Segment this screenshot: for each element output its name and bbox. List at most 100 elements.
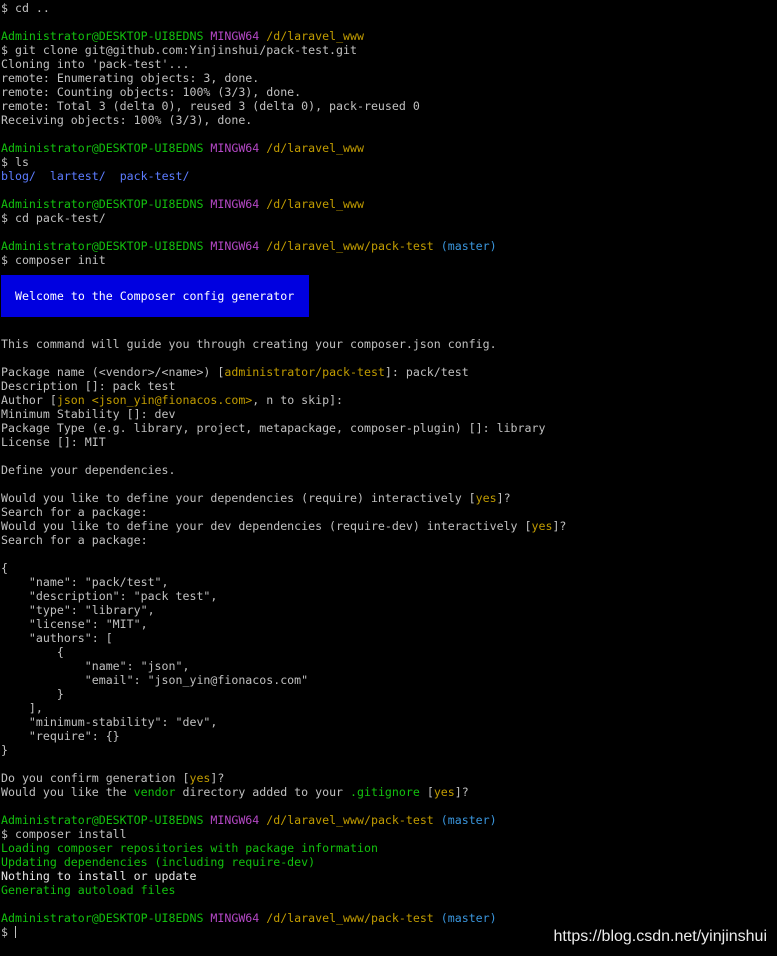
terminal-text-segment: yes: [433, 785, 455, 799]
terminal-text-segment: MINGW64: [210, 911, 260, 925]
terminal-line: "email": "json_yin@fionacos.com": [1, 673, 777, 687]
terminal-line: Would you like to define your dev depend…: [1, 519, 777, 533]
terminal-text-segment: MINGW64: [210, 197, 260, 211]
terminal-text-segment: This command will guide you through crea…: [1, 337, 497, 351]
terminal-line: Administrator@DESKTOP-UI8EDNS MINGW64 /d…: [1, 239, 777, 253]
terminal-line: Package Type (e.g. library, project, met…: [1, 421, 777, 435]
terminal-line: "minimum-stability": "dev",: [1, 715, 777, 729]
terminal-line: Do you confirm generation [yes]?: [1, 771, 777, 785]
terminal-text-segment: Would you like to define your dependenci…: [1, 491, 476, 505]
terminal-line: This command will guide you through crea…: [1, 337, 777, 351]
terminal-text-segment: pack-test/: [119, 169, 190, 183]
terminal-line: Search for a package:: [1, 505, 777, 519]
terminal-text-segment: Loading composer repositories with packa…: [1, 841, 378, 855]
output-before-banner: $ cd .. Administrator@DESKTOP-UI8EDNS MIN…: [1, 1, 777, 267]
terminal-line: remote: Enumerating objects: 3, done.: [1, 71, 777, 85]
terminal-line: Receiving objects: 100% (3/3), done.: [1, 113, 777, 127]
terminal-text-segment: "description": "pack test",: [1, 589, 218, 603]
terminal-text-segment: Package name (<vendor>/<name>) [: [1, 365, 225, 379]
terminal-line: Author [json <json_yin@fionacos.com>, n …: [1, 393, 777, 407]
shell-prompt: $: [1, 925, 8, 939]
terminal-text-segment: {: [1, 561, 8, 575]
terminal-line: Define your dependencies.: [1, 463, 777, 477]
terminal-text-segment: yes: [189, 771, 211, 785]
terminal-text-segment: Package Type (e.g. library, project, met…: [1, 421, 546, 435]
terminal-text-segment: lartest/: [49, 169, 106, 183]
terminal-text-segment: }: [1, 743, 8, 757]
terminal-line: {: [1, 561, 777, 575]
terminal-line: Administrator@DESKTOP-UI8EDNS MINGW64 /d…: [1, 141, 777, 155]
terminal-text-segment: /d/laravel_www: [266, 197, 364, 211]
terminal-line: }: [1, 743, 777, 757]
terminal-line: Generating autoload files: [1, 883, 777, 897]
terminal-line: $ cd ..: [1, 1, 777, 15]
terminal-output: $ cd .. Administrator@DESKTOP-UI8EDNS MIN…: [1, 1, 777, 939]
terminal-text-segment: MINGW64: [210, 239, 260, 253]
terminal-text-segment: $ git clone git@github.com:Yinjinshui/pa…: [1, 43, 357, 57]
terminal-line: $ git clone git@github.com:Yinjinshui/pa…: [1, 43, 777, 57]
terminal-text-segment: /d/laravel_www: [266, 29, 364, 43]
terminal-line: Administrator@DESKTOP-UI8EDNS MINGW64 /d…: [1, 197, 777, 211]
terminal-text-segment: MINGW64: [210, 813, 260, 827]
terminal-line: {: [1, 645, 777, 659]
terminal-text-segment: $ composer install: [1, 827, 127, 841]
terminal-line: "name": "json",: [1, 659, 777, 673]
terminal-text-segment: blog/: [1, 169, 36, 183]
terminal-line: Administrator@DESKTOP-UI8EDNS MINGW64 /d…: [1, 29, 777, 43]
terminal-line: $ ls: [1, 155, 777, 169]
terminal-text-segment: Administrator@DESKTOP-UI8EDNS: [1, 141, 204, 155]
terminal-text-segment: ]: pack/test: [384, 365, 469, 379]
terminal-line: Search for a package:: [1, 533, 777, 547]
terminal-text-segment: {: [1, 645, 64, 659]
terminal-text-segment: remote: Counting objects: 100% (3/3), do…: [1, 85, 302, 99]
terminal-line: "authors": [: [1, 631, 777, 645]
terminal-text-segment: vendor: [133, 785, 176, 799]
terminal-text-segment: yes: [475, 491, 497, 505]
terminal-text-segment: $ cd pack-test/: [1, 211, 106, 225]
terminal-text-segment: Would you like the: [1, 785, 134, 799]
terminal-line: "require": {}: [1, 729, 777, 743]
terminal-window[interactable]: $ cd .. Administrator@DESKTOP-UI8EDNS MIN…: [0, 0, 777, 956]
terminal-text-segment: , n to skip]:: [252, 393, 344, 407]
terminal-text-segment: Define your dependencies.: [1, 463, 176, 477]
terminal-text-segment: administrator/pack-test: [224, 365, 385, 379]
terminal-text-segment: MINGW64: [210, 141, 260, 155]
terminal-line: "name": "pack/test",: [1, 575, 777, 589]
terminal-text-segment: Search for a package:: [1, 505, 148, 519]
terminal-text-segment: ]?: [496, 491, 511, 505]
terminal-line: $ cd pack-test/: [1, 211, 777, 225]
composer-welcome-banner: Welcome to the Composer config generator: [1, 275, 309, 317]
terminal-line: remote: Total 3 (delta 0), reused 3 (del…: [1, 99, 777, 113]
terminal-text-segment: (master): [440, 813, 497, 827]
terminal-line: Updating dependencies (including require…: [1, 855, 777, 869]
terminal-line: "license": "MIT",: [1, 617, 777, 631]
terminal-text-segment: "require": {}: [1, 729, 120, 743]
watermark: https://blog.csdn.net/yinjinshui: [553, 928, 767, 945]
terminal-text-segment: (master): [440, 911, 497, 925]
terminal-text-segment: Generating autoload files: [1, 883, 176, 897]
terminal-text-segment: ]?: [552, 519, 567, 533]
terminal-text-segment: "authors": [: [1, 631, 113, 645]
terminal-line: "description": "pack test",: [1, 589, 777, 603]
terminal-text-segment: /d/laravel_www: [266, 141, 364, 155]
terminal-text-segment: yes: [531, 519, 553, 533]
output-after-banner: This command will guide you through crea…: [1, 337, 777, 925]
terminal-text-segment: $ ls: [1, 155, 29, 169]
terminal-text-segment: Description []: pack test: [1, 379, 176, 393]
terminal-text-segment: Receiving objects: 100% (3/3), done.: [1, 113, 253, 127]
terminal-line: License []: MIT: [1, 435, 777, 449]
terminal-text-segment: ]?: [454, 785, 469, 799]
terminal-text-segment: Would you like to define your dev depend…: [1, 519, 532, 533]
terminal-text-segment: remote: Total 3 (delta 0), reused 3 (del…: [1, 99, 420, 113]
terminal-text-segment: Minimum Stability []: dev: [1, 407, 176, 421]
terminal-text-segment: Updating dependencies (including require…: [1, 855, 316, 869]
terminal-text-segment: Do you confirm generation [: [1, 771, 190, 785]
terminal-text-segment: Search for a package:: [1, 533, 148, 547]
terminal-text-segment: MINGW64: [210, 29, 260, 43]
terminal-text-segment: Administrator@DESKTOP-UI8EDNS: [1, 29, 204, 43]
terminal-text-segment: /d/laravel_www/pack-test: [266, 813, 434, 827]
